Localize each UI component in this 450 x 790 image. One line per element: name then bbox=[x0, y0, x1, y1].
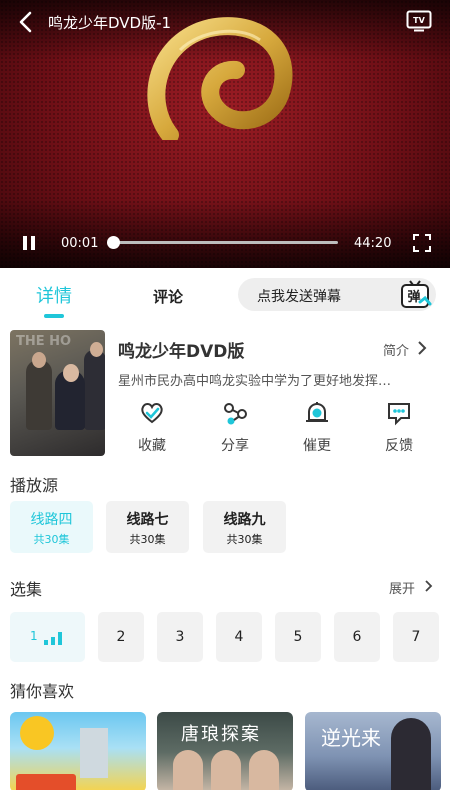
episode-2[interactable]: 2 bbox=[98, 612, 144, 662]
source-count: 共30集 bbox=[33, 533, 70, 546]
show-poster[interactable]: THE HO bbox=[10, 330, 105, 456]
danmaku-icon[interactable]: 弹 bbox=[398, 278, 432, 310]
danmaku-placeholder: 点我发送弹幕 bbox=[257, 289, 341, 305]
chevron-right-icon[interactable] bbox=[416, 340, 428, 356]
episode-label: 1 bbox=[30, 629, 38, 643]
source-name: 线路四 bbox=[30, 512, 73, 528]
show-description[interactable]: 星州市民办高中鸣龙实验中学为了更好地发挥… bbox=[118, 370, 436, 389]
source-item-9[interactable]: 线路九 共30集 bbox=[203, 501, 286, 553]
tv-cast-icon[interactable]: TV bbox=[406, 10, 432, 32]
episode-6[interactable]: 6 bbox=[334, 612, 380, 662]
total-time: 44:20 bbox=[354, 236, 392, 251]
episode-4[interactable]: 4 bbox=[216, 612, 262, 662]
pause-icon bbox=[23, 236, 27, 250]
recommend-card[interactable]: 唐琅探案 bbox=[157, 712, 293, 790]
episode-7[interactable]: 7 bbox=[393, 612, 439, 662]
action-label: 催更 bbox=[303, 438, 331, 454]
tab-detail[interactable]: 详情 bbox=[36, 282, 72, 308]
bottom-gradient bbox=[0, 198, 450, 268]
action-label: 分享 bbox=[221, 438, 249, 454]
urge-update-button[interactable]: 催更 bbox=[292, 400, 342, 455]
share-icon bbox=[224, 403, 247, 425]
bell-icon bbox=[306, 402, 328, 422]
source-count: 共30集 bbox=[226, 533, 263, 546]
recommend-card[interactable] bbox=[10, 712, 146, 790]
source-name: 线路九 bbox=[223, 512, 266, 528]
action-label: 收藏 bbox=[138, 438, 166, 454]
expand-link[interactable]: 展开 bbox=[389, 578, 415, 597]
progress-knob[interactable] bbox=[107, 236, 120, 249]
danmaku-input[interactable]: 点我发送弹幕 弹 bbox=[238, 278, 436, 311]
recommend-card[interactable]: 逆光来 bbox=[305, 712, 441, 790]
back-icon[interactable] bbox=[14, 10, 38, 34]
feedback-icon bbox=[388, 403, 410, 426]
episodes-title: 选集 bbox=[10, 580, 43, 599]
tab-comments[interactable]: 评论 bbox=[153, 286, 183, 307]
svg-text:TV: TV bbox=[413, 16, 425, 25]
episode-1[interactable]: 1 bbox=[10, 612, 85, 662]
video-player[interactable]: 鸣龙少年DVD版-1 TV 00:01 44:20 bbox=[0, 0, 450, 268]
source-count: 共30集 bbox=[129, 533, 166, 546]
source-name: 线路七 bbox=[126, 512, 169, 528]
show-title: 鸣龙少年DVD版 bbox=[118, 342, 245, 362]
recommend-title: 猜你喜欢 bbox=[10, 682, 75, 701]
episode-3[interactable]: 3 bbox=[157, 612, 203, 662]
progress-bar[interactable] bbox=[112, 241, 338, 244]
share-button[interactable]: 分享 bbox=[210, 400, 260, 455]
chevron-right-icon[interactable] bbox=[424, 579, 434, 593]
episode-5[interactable]: 5 bbox=[275, 612, 321, 662]
action-label: 反馈 bbox=[385, 438, 413, 454]
video-title: 鸣龙少年DVD版-1 bbox=[48, 14, 172, 32]
poster-text: THE HO bbox=[16, 334, 72, 349]
playing-indicator-icon: 1 bbox=[30, 629, 62, 645]
pause-button[interactable] bbox=[20, 234, 38, 252]
feedback-button[interactable]: 反馈 bbox=[374, 400, 424, 455]
tab-active-indicator bbox=[44, 314, 64, 318]
favorite-button[interactable]: 收藏 bbox=[127, 400, 177, 455]
heart-icon bbox=[141, 403, 163, 424]
fullscreen-icon[interactable] bbox=[412, 233, 432, 253]
danmaku-icon-label: 弹 bbox=[407, 289, 420, 305]
recommend-card-title: 唐琅探案 bbox=[181, 724, 261, 745]
recommend-card-title: 逆光来 bbox=[321, 726, 381, 750]
sources-title: 播放源 bbox=[10, 476, 59, 495]
current-time: 00:01 bbox=[61, 236, 99, 251]
intro-link[interactable]: 简介 bbox=[383, 340, 409, 359]
sun-shape bbox=[20, 716, 54, 750]
source-item-7[interactable]: 线路七 共30集 bbox=[106, 501, 189, 553]
source-item-4[interactable]: 线路四 共30集 bbox=[10, 501, 93, 553]
